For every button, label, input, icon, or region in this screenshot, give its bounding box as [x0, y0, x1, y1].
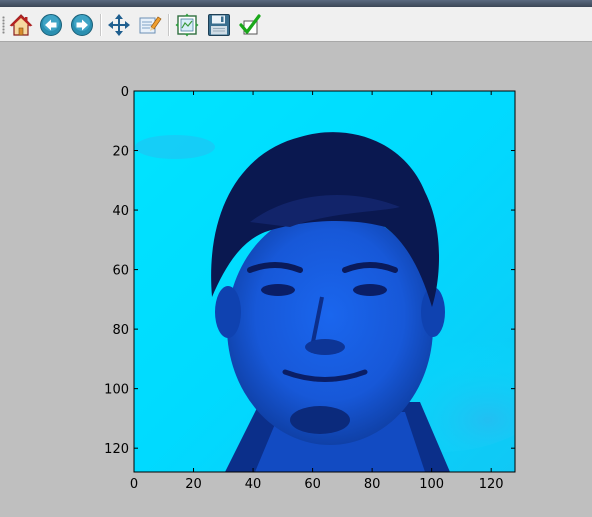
figure-window: 0 20 40 60 80 100 120 0 20 40 60 80 100 120	[0, 0, 592, 517]
x-tick-label: 0	[130, 477, 138, 492]
pan-button[interactable]	[106, 12, 132, 38]
plot-area: 0 20 40 60 80 100 120 0 20 40 60 80 100 120	[0, 42, 592, 517]
save-button[interactable]	[206, 12, 232, 38]
checkmark-icon	[239, 14, 261, 35]
home-button[interactable]	[8, 12, 34, 38]
forward-button[interactable]	[69, 12, 95, 38]
y-tick-label: 40	[112, 204, 129, 219]
subplots-icon	[175, 13, 199, 37]
y-tick-label: 20	[112, 145, 129, 160]
y-tick-label: 80	[112, 323, 129, 338]
face-image	[134, 91, 515, 472]
window-titlebar	[0, 0, 592, 7]
y-tick-label: 100	[104, 383, 129, 398]
x-tick-label: 80	[364, 477, 381, 492]
y-tick-label: 0	[121, 85, 129, 100]
navigation-toolbar	[0, 7, 592, 42]
configure-subplots-button[interactable]	[174, 12, 200, 38]
x-tick-label: 40	[245, 477, 262, 492]
edit-parameters-button[interactable]	[237, 12, 263, 38]
toolbar-separator	[100, 14, 102, 36]
x-tick-label: 60	[304, 477, 321, 492]
back-arrow-icon	[40, 14, 62, 36]
zoom-rect-button[interactable]	[137, 12, 163, 38]
x-tick-label: 100	[419, 477, 444, 492]
toolbar-grip[interactable]	[2, 16, 5, 34]
home-icon	[9, 14, 33, 36]
forward-arrow-icon	[71, 14, 93, 36]
figure-canvas[interactable]: 0 20 40 60 80 100 120 0 20 40 60 80 100 120	[0, 42, 592, 517]
save-disk-icon	[208, 14, 230, 36]
y-tick-label: 60	[112, 264, 129, 279]
pan-arrows-icon	[108, 14, 130, 36]
x-tick-label: 120	[479, 477, 504, 492]
y-tick-label: 120	[104, 442, 129, 457]
toolbar-separator	[168, 14, 170, 36]
zoom-rect-icon	[139, 16, 162, 34]
x-tick-label: 20	[185, 477, 202, 492]
back-button[interactable]	[38, 12, 64, 38]
